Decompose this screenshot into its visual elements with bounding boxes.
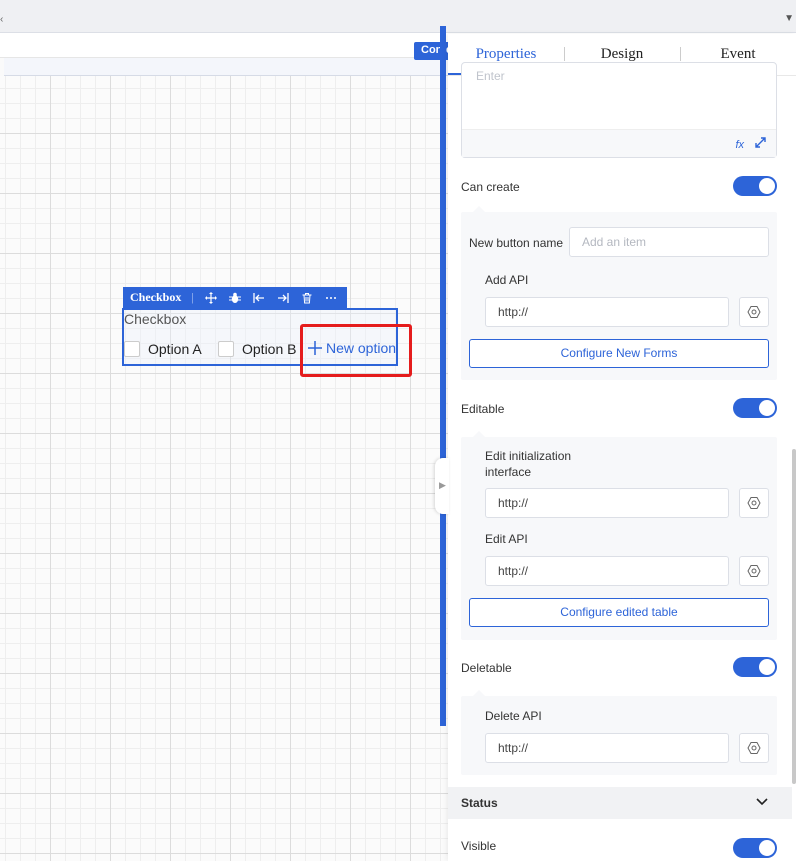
option-label: Option A bbox=[148, 341, 202, 357]
checkbox-component-toolbar: Checkbox | bbox=[123, 287, 347, 308]
highlight-annotation bbox=[300, 324, 412, 377]
configure-new-forms-button[interactable]: Configure New Forms bbox=[469, 339, 769, 368]
delete-api-settings-button[interactable] bbox=[739, 733, 769, 763]
toolbar-separator: | bbox=[191, 290, 194, 304]
edit-api-label: Edit API bbox=[485, 532, 528, 546]
editable-label: Editable bbox=[461, 402, 505, 416]
can-create-toggle[interactable] bbox=[733, 176, 777, 196]
editable-settings: Edit initialization interface http:// Ed… bbox=[461, 431, 777, 640]
configure-edited-table-button[interactable]: Configure edited table bbox=[469, 598, 769, 627]
expand-icon[interactable] bbox=[755, 137, 766, 151]
more-icon[interactable] bbox=[324, 291, 338, 305]
init-interface-label-line1: Edit initialization bbox=[485, 449, 572, 463]
canvas-ruler bbox=[4, 58, 448, 76]
panel-collapse-handle[interactable]: ▶ bbox=[435, 458, 449, 514]
status-title: Status bbox=[461, 796, 498, 810]
option-label: Option B bbox=[242, 341, 297, 357]
checkbox-option-b[interactable]: Option B bbox=[218, 341, 296, 357]
container-bar-cap-icon: ▲ bbox=[439, 25, 447, 34]
init-interface-settings-button[interactable] bbox=[739, 488, 769, 518]
add-api-settings-button[interactable] bbox=[739, 297, 769, 327]
move-right-icon[interactable] bbox=[276, 291, 290, 305]
add-api-input[interactable]: http:// bbox=[485, 297, 729, 327]
move-icon[interactable] bbox=[204, 291, 218, 305]
fx-icon[interactable]: fx bbox=[735, 139, 744, 151]
delete-api-label: Delete API bbox=[485, 709, 542, 723]
new-button-name-input[interactable]: Add an item bbox=[569, 227, 769, 257]
can-create-settings: New button name Add an item Add API http… bbox=[461, 206, 777, 380]
status-section-header[interactable]: Status bbox=[448, 787, 792, 819]
delete-api-input[interactable]: http:// bbox=[485, 733, 729, 763]
expression-placeholder: Enter bbox=[476, 69, 505, 83]
add-api-label: Add API bbox=[485, 273, 529, 287]
visible-label: Visible bbox=[461, 839, 497, 853]
checkbox-square[interactable] bbox=[218, 341, 234, 357]
can-create-label: Can create bbox=[461, 180, 520, 194]
expression-input[interactable]: Enter fx bbox=[461, 62, 777, 158]
deletable-settings: Delete API http:// bbox=[461, 690, 777, 775]
expression-input-footer: fx bbox=[462, 129, 776, 157]
visible-toggle[interactable] bbox=[733, 838, 777, 858]
canvas-top-rule bbox=[0, 34, 448, 58]
init-interface-input[interactable]: http:// bbox=[485, 488, 729, 518]
hexagon-gear-icon bbox=[747, 565, 761, 577]
container-selection-bar bbox=[440, 26, 446, 726]
edit-api-input[interactable]: http:// bbox=[485, 556, 729, 586]
deletable-toggle[interactable] bbox=[733, 657, 777, 677]
checkbox-option-a[interactable]: Option A bbox=[124, 341, 202, 357]
editable-toggle[interactable] bbox=[733, 398, 777, 418]
edit-api-settings-button[interactable] bbox=[739, 556, 769, 586]
canvas-grid bbox=[0, 76, 448, 861]
tab-divider bbox=[564, 47, 565, 61]
init-interface-label-line2: interface bbox=[485, 465, 532, 479]
tab-divider bbox=[680, 47, 681, 61]
deletable-label: Deletable bbox=[461, 661, 512, 675]
delete-icon[interactable] bbox=[300, 291, 314, 305]
hexagon-gear-icon bbox=[747, 742, 761, 754]
move-left-icon[interactable] bbox=[252, 291, 266, 305]
new-button-name-label: New button name bbox=[469, 236, 564, 250]
top-toolbar-strip: ‹ ▼ bbox=[0, 0, 796, 33]
design-canvas[interactable] bbox=[0, 34, 448, 861]
dropdown-caret-icon[interactable]: ▼ bbox=[784, 13, 794, 24]
properties-panel: Properties Design Event Enter fx Can cre… bbox=[448, 34, 796, 861]
hexagon-gear-icon bbox=[747, 306, 761, 318]
component-title: Checkbox bbox=[130, 290, 182, 304]
left-scroll-caret-icon[interactable]: ‹ bbox=[0, 14, 3, 25]
hexagon-gear-icon bbox=[747, 497, 761, 509]
checkbox-square[interactable] bbox=[124, 341, 140, 357]
panel-scrollbar[interactable] bbox=[792, 449, 796, 784]
chevron-down-icon[interactable] bbox=[756, 795, 768, 809]
checkbox-label: Checkbox bbox=[124, 311, 187, 327]
bug-icon[interactable] bbox=[228, 291, 242, 305]
